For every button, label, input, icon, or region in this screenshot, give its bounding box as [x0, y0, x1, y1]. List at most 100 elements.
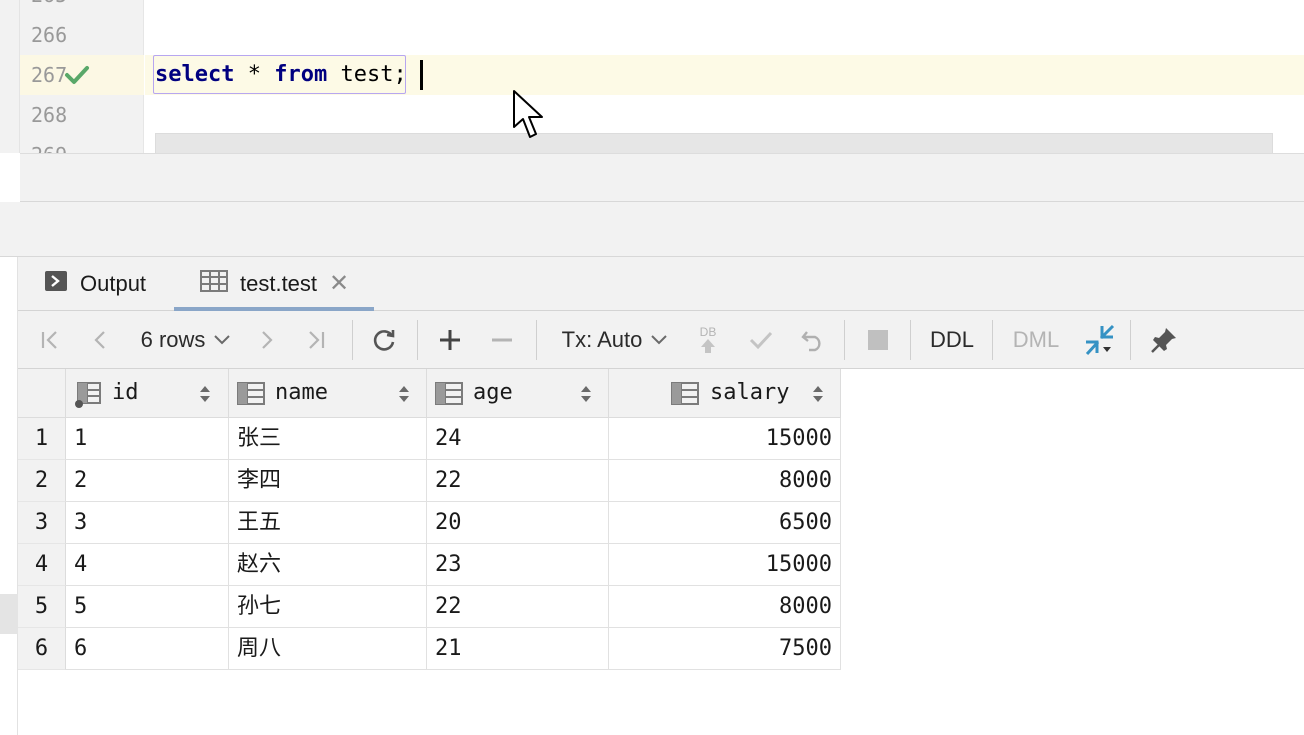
- submit-changes-button[interactable]: DB: [692, 311, 724, 369]
- table-cell[interactable]: 李四: [229, 460, 427, 502]
- rows-selector[interactable]: 6 rows: [134, 311, 238, 369]
- table-cell[interactable]: 21: [427, 628, 609, 670]
- line-number: 265: [31, 0, 91, 15]
- column-icon: [435, 382, 463, 405]
- minus-icon: [492, 338, 512, 342]
- first-page-icon: [41, 331, 57, 349]
- tab-output-label: Output: [80, 271, 147, 296]
- ddl-button[interactable]: DDL: [924, 311, 980, 369]
- delete-row-button[interactable]: [486, 311, 518, 369]
- refresh-icon: [373, 330, 395, 351]
- last-page-button[interactable]: [300, 311, 332, 369]
- refresh-button[interactable]: [366, 311, 402, 369]
- last-page-icon: [309, 331, 325, 349]
- cancel-query-button[interactable]: [862, 311, 894, 369]
- add-row-button[interactable]: [434, 311, 466, 369]
- pin-tab-button[interactable]: [1146, 311, 1182, 369]
- sql-editor[interactable]: 265 266 267 268 269 select * from test;: [0, 0, 1304, 153]
- table-cell[interactable]: 8000: [609, 586, 841, 628]
- table-cell[interactable]: 20: [427, 502, 609, 544]
- table-cell[interactable]: 7500: [609, 628, 841, 670]
- previous-page-button[interactable]: [86, 311, 116, 369]
- ide-window: 265 266 267 268 269 select * from test; …: [0, 0, 1304, 735]
- editor-left-strip: [0, 0, 20, 153]
- pin-icon: [1151, 328, 1176, 353]
- commit-button[interactable]: [744, 311, 778, 369]
- sort-icon[interactable]: [397, 384, 411, 404]
- table-cell[interactable]: 赵六: [229, 544, 427, 586]
- table-cell[interactable]: 6: [66, 628, 229, 670]
- table-cell[interactable]: 3: [66, 502, 229, 544]
- compare-button[interactable]: [1080, 311, 1120, 369]
- column-header-id[interactable]: id: [66, 369, 229, 418]
- table-cell[interactable]: 周八: [229, 628, 427, 670]
- table-cell[interactable]: 23: [427, 544, 609, 586]
- chevron-down-icon: [651, 335, 668, 345]
- editor-bottom-band: [20, 153, 1304, 202]
- table-cell[interactable]: 24: [427, 418, 609, 460]
- toolbar-separator: [844, 320, 845, 360]
- table-cell[interactable]: 4: [66, 544, 229, 586]
- check-icon[interactable]: [64, 64, 90, 86]
- table-cell[interactable]: 8000: [609, 460, 841, 502]
- plus-icon: [440, 330, 460, 350]
- commit-check-icon: [749, 331, 773, 350]
- column-header-label: salary: [710, 380, 790, 405]
- line-number: 266: [31, 23, 68, 47]
- tab-test-test[interactable]: test.test ✕: [174, 257, 374, 311]
- toolbar-separator: [417, 320, 418, 360]
- table-cell[interactable]: 2: [66, 460, 229, 502]
- code-line-267[interactable]: select * from test;: [155, 55, 407, 95]
- row-number[interactable]: 2: [18, 460, 66, 502]
- table-cell[interactable]: 5: [66, 586, 229, 628]
- popup-edge: [155, 133, 1273, 153]
- table-cell[interactable]: 15000: [609, 544, 841, 586]
- dml-button[interactable]: DML: [1006, 311, 1066, 369]
- tx-mode-selector[interactable]: Tx: Auto: [556, 311, 674, 369]
- chevron-left-icon: [94, 331, 105, 349]
- column-header-label: name: [275, 380, 328, 405]
- column-header-age[interactable]: age: [427, 369, 609, 418]
- tab-output[interactable]: Output: [44, 257, 146, 311]
- row-number[interactable]: 5: [18, 586, 66, 628]
- sort-icon[interactable]: [811, 384, 825, 404]
- next-page-button[interactable]: [252, 311, 280, 369]
- line-number: 269: [31, 135, 91, 153]
- row-number[interactable]: 6: [18, 628, 66, 670]
- row-number[interactable]: 4: [18, 544, 66, 586]
- table-cell[interactable]: 张三: [229, 418, 427, 460]
- table-cell[interactable]: 王五: [229, 502, 427, 544]
- panel-left-bar: [0, 257, 18, 735]
- toolbar-separator: [910, 320, 911, 360]
- keyword-select: select: [155, 62, 235, 87]
- key-column-icon: [75, 382, 101, 408]
- chevron-right-icon: [262, 331, 273, 349]
- table-cell[interactable]: 22: [427, 460, 609, 502]
- table-cell[interactable]: 1: [66, 418, 229, 460]
- tab-test-label: test.test: [240, 271, 318, 296]
- table-cell[interactable]: 22: [427, 586, 609, 628]
- dml-label: DML: [1012, 327, 1060, 352]
- sort-icon[interactable]: [579, 384, 593, 404]
- table-cell[interactable]: 6500: [609, 502, 841, 544]
- table-cell[interactable]: 孙七: [229, 586, 427, 628]
- row-number[interactable]: 1: [18, 418, 66, 460]
- row-number[interactable]: 3: [18, 502, 66, 544]
- first-page-button[interactable]: [34, 311, 66, 369]
- table-cell[interactable]: 15000: [609, 418, 841, 460]
- table-token: test;: [327, 62, 407, 87]
- grid-toolbar: 6 rows Tx: Auto DB DDL DML: [18, 311, 1304, 369]
- chevron-down-icon: [214, 335, 231, 345]
- table-icon: [200, 270, 228, 298]
- column-header-name[interactable]: name: [229, 369, 427, 418]
- sort-icon[interactable]: [198, 384, 212, 404]
- tx-mode-label: Tx: Auto: [561, 327, 643, 352]
- column-header-salary[interactable]: salary: [609, 369, 841, 418]
- compare-arrows-icon: [1085, 324, 1115, 356]
- toolbar-separator: [1130, 320, 1131, 360]
- grid-corner[interactable]: [18, 369, 66, 418]
- panel-splitter[interactable]: [0, 202, 1304, 257]
- console-icon: [44, 270, 68, 298]
- rollback-button[interactable]: [796, 311, 830, 369]
- close-icon[interactable]: ✕: [329, 272, 349, 296]
